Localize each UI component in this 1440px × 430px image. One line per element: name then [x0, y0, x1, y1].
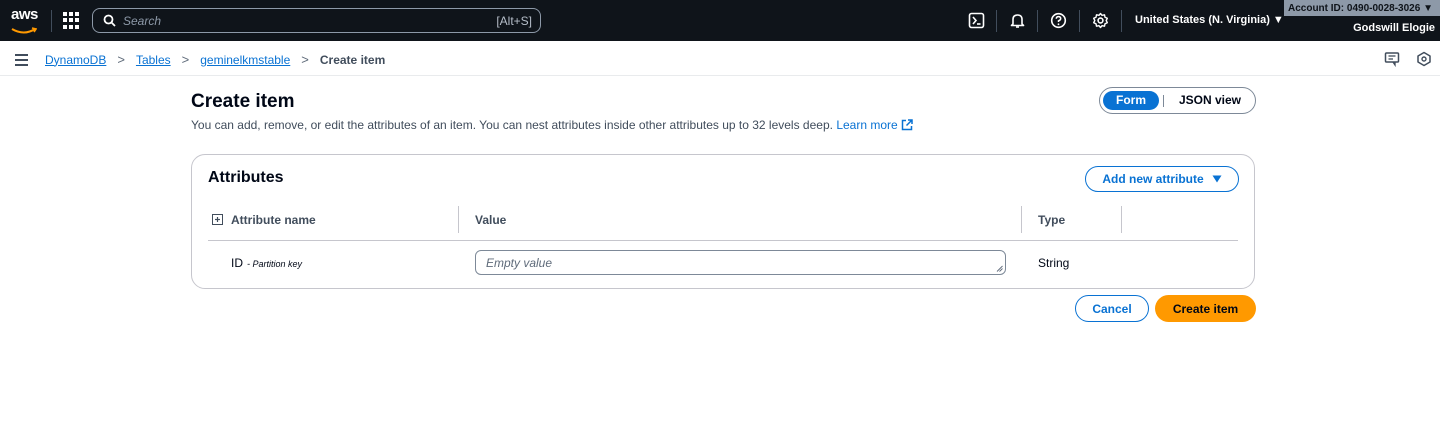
services-grid-icon[interactable]: [63, 12, 80, 29]
region-selector[interactable]: United States (N. Virginia) ▼: [1135, 14, 1284, 26]
breadcrumb-link-table[interactable]: geminelkmstable: [200, 53, 290, 67]
column-divider[interactable]: [1021, 206, 1022, 233]
resize-handle-icon[interactable]: [996, 265, 1003, 272]
breadcrumb-current: Create item: [319, 52, 386, 67]
hamburger-menu-icon[interactable]: [15, 54, 28, 66]
attribute-name-cell: ID - Partition key: [231, 256, 302, 270]
column-header-type: Type: [1038, 213, 1066, 227]
nav-divider: [996, 10, 997, 32]
toggle-divider: [1163, 95, 1164, 107]
settings-gear-icon[interactable]: [1092, 12, 1109, 29]
page-title: Create item: [191, 91, 295, 112]
attributes-panel: Attributes Add new attribute Attribute n…: [191, 154, 1255, 289]
nav-divider: [1079, 10, 1080, 32]
aws-logo-text: aws: [11, 6, 38, 23]
breadcrumb-bar: DynamoDB > Tables > geminelkmstable > Cr…: [0, 41, 1440, 76]
column-header-value: Value: [475, 213, 507, 227]
breadcrumb: DynamoDB > Tables > geminelkmstable > Cr…: [45, 52, 385, 67]
feedback-icon[interactable]: [1384, 51, 1400, 67]
chevron-right-icon: >: [181, 52, 190, 67]
nav-divider: [1121, 10, 1122, 32]
chevron-right-icon: >: [117, 52, 125, 67]
top-navigation: aws Search [Alt+S] United States (N. Vir…: [0, 0, 1440, 41]
cancel-button[interactable]: Cancel: [1075, 295, 1149, 322]
nav-divider: [51, 10, 52, 32]
username-menu[interactable]: Godswill Elogie: [1353, 22, 1435, 34]
hexagon-icon[interactable]: [1416, 51, 1432, 67]
view-toggle: Form JSON view: [1099, 87, 1256, 114]
attribute-type-cell: String: [1038, 256, 1070, 270]
search-placeholder: Search: [123, 14, 162, 28]
learn-more-label: Learn more: [836, 118, 898, 132]
search-input[interactable]: Search [Alt+S]: [92, 8, 541, 33]
page-description-text: You can add, remove, or edit the attribu…: [191, 118, 833, 132]
column-divider[interactable]: [1121, 206, 1122, 233]
cloudshell-icon[interactable]: [968, 12, 985, 29]
expand-all-icon[interactable]: [212, 214, 223, 225]
aws-smile-icon: [11, 27, 38, 34]
nav-divider: [1037, 10, 1038, 32]
column-header-attribute-name: Attribute name: [231, 213, 316, 227]
header-row-divider: [208, 240, 1238, 241]
chevron-right-icon: >: [301, 52, 309, 67]
search-shortcut: [Alt+S]: [496, 14, 532, 28]
breadcrumb-link-dynamodb[interactable]: DynamoDB: [45, 53, 106, 67]
external-link-icon: [901, 119, 913, 131]
add-new-attribute-label: Add new attribute: [1102, 172, 1204, 186]
account-id-menu[interactable]: Account ID: 0490-0028-3026 ▼: [1284, 0, 1440, 16]
caret-down-icon: [1212, 175, 1222, 183]
aws-logo[interactable]: aws: [11, 6, 39, 34]
create-item-button[interactable]: Create item: [1155, 295, 1256, 322]
attribute-value-input[interactable]: Empty value: [475, 250, 1006, 275]
partition-key-label: - Partition key: [247, 259, 303, 269]
search-icon: [103, 14, 116, 27]
help-icon[interactable]: [1050, 12, 1067, 29]
value-placeholder: Empty value: [486, 256, 553, 270]
page-description: You can add, remove, or edit the attribu…: [191, 118, 913, 132]
attributes-heading: Attributes: [208, 169, 284, 186]
attribute-name: ID: [231, 256, 243, 270]
learn-more-link[interactable]: Learn more: [836, 118, 913, 132]
breadcrumb-link-tables[interactable]: Tables: [136, 53, 171, 67]
form-view-button[interactable]: Form: [1103, 91, 1159, 110]
json-view-button[interactable]: JSON view: [1172, 93, 1248, 107]
notifications-bell-icon[interactable]: [1009, 12, 1026, 29]
column-divider[interactable]: [458, 206, 459, 233]
add-new-attribute-button[interactable]: Add new attribute: [1085, 166, 1239, 192]
